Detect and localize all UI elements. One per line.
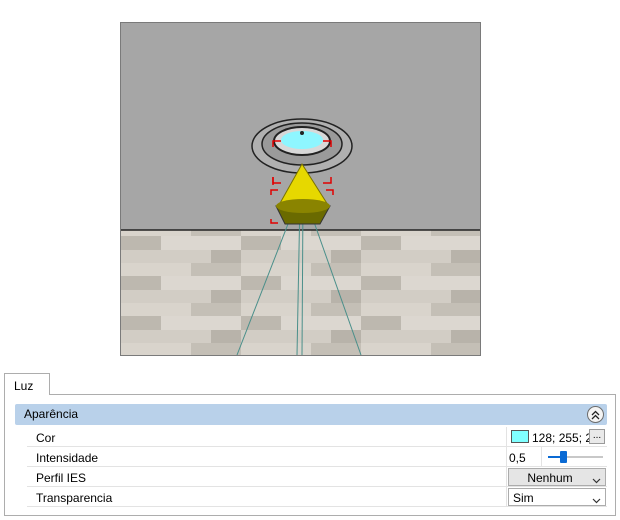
- transparency-dropdown[interactable]: Sim: [508, 488, 606, 506]
- property-label: Perfil IES: [36, 471, 87, 485]
- dropdown-value: Nenhum: [527, 471, 573, 485]
- chevron-down-icon: [592, 493, 601, 507]
- color-swatch[interactable]: [511, 430, 529, 443]
- property-row-transparencia: Transparencia Sim: [27, 487, 607, 507]
- intensity-value[interactable]: 0,5: [509, 451, 526, 465]
- color-picker-button[interactable]: ...: [589, 429, 605, 444]
- slider-thumb[interactable]: [560, 451, 568, 463]
- property-row-perfil-ies: Perfil IES Nenhum: [27, 467, 607, 487]
- group-title: Aparência: [24, 407, 79, 421]
- intensity-slider[interactable]: [548, 451, 603, 463]
- tab-label: Luz: [14, 379, 34, 393]
- property-label: Intensidade: [36, 451, 99, 465]
- property-row-cor: Cor 128; 255; 255 ...: [27, 427, 607, 447]
- tab-content: Aparência Cor 128; 255; 255 ... Intensid…: [4, 394, 616, 516]
- property-grid: Cor 128; 255; 255 ... Intensidade 0,5 Pe…: [27, 427, 607, 507]
- ies-profile-dropdown[interactable]: Nenhum: [508, 468, 606, 486]
- tab-luz[interactable]: Luz: [4, 373, 50, 395]
- 3d-viewport[interactable]: [120, 22, 481, 356]
- color-value[interactable]: 128; 255; 255: [532, 431, 590, 445]
- property-row-intensidade: Intensidade 0,5: [27, 447, 607, 467]
- properties-panel: Luz Aparência Cor 128; 255; 255 ... Inte…: [4, 373, 616, 516]
- double-chevron-up-icon[interactable]: [587, 406, 604, 423]
- group-header-aparencia[interactable]: Aparência: [15, 404, 607, 425]
- scene-render: [121, 23, 480, 355]
- floor: [121, 230, 480, 355]
- property-label: Cor: [36, 431, 56, 445]
- property-label: Transparencia: [36, 491, 113, 505]
- chevron-down-icon: [592, 473, 601, 487]
- dropdown-value: Sim: [513, 491, 534, 505]
